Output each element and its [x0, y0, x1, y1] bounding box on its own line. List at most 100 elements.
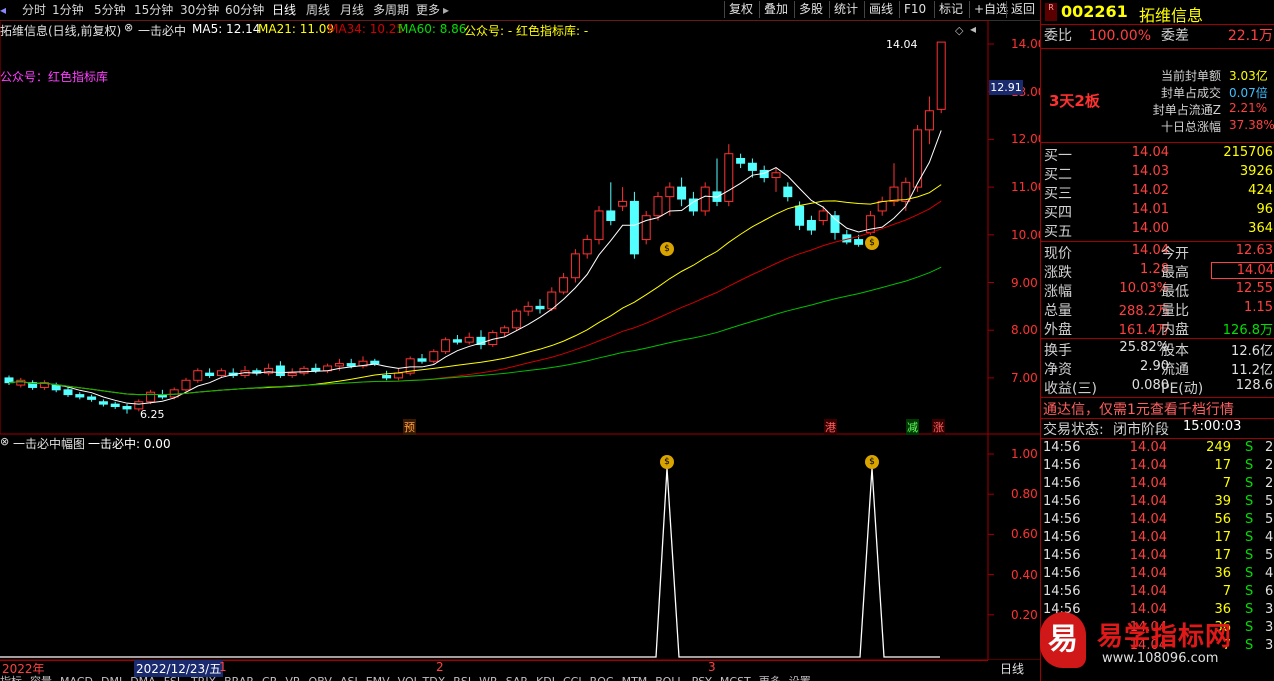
tick-count: 5	[1265, 548, 1274, 563]
candle-down	[382, 375, 392, 379]
quote-value: 161.4万	[1118, 323, 1169, 338]
status-label: 交易状态:	[1043, 422, 1104, 438]
tab-period-15min[interactable]: 15分钟	[134, 2, 173, 18]
candle-down	[275, 365, 285, 377]
indicator-tab[interactable]: MACD	[60, 675, 93, 681]
candle-down	[87, 396, 97, 400]
indicator-tab[interactable]: EMV	[366, 675, 390, 681]
indicator-tab[interactable]: MTM	[622, 675, 648, 681]
marker-yu[interactable]: 预	[403, 419, 416, 435]
indicator-tab[interactable]: BOLL	[655, 675, 683, 681]
sub-close-icon[interactable]: ⊗	[0, 435, 9, 448]
sub-title: 一击必中幅图	[13, 437, 86, 451]
tab-period-monthly[interactable]: 月线	[340, 2, 364, 18]
indicator-tab[interactable]: ASI	[340, 675, 358, 681]
candle-down	[63, 389, 73, 396]
candle-up	[665, 186, 675, 198]
indicator-tab[interactable]: 更多	[759, 675, 781, 681]
quote-label: 现价	[1044, 246, 1072, 262]
price-axis-label: 8.00	[1011, 323, 1038, 338]
indicator-tab[interactable]: WR	[479, 675, 498, 681]
candle-up	[441, 339, 451, 353]
marker-jian[interactable]: 减	[906, 419, 919, 435]
duogu-button[interactable]: 多股	[794, 1, 827, 18]
indicator-tab[interactable]: ROC	[590, 675, 614, 681]
indicator-tab[interactable]: RSI	[453, 675, 471, 681]
indicator-tab[interactable]: PSY	[692, 675, 712, 681]
indicator-tab[interactable]: SAR	[506, 675, 528, 681]
sub-axis-label: 0.20	[1011, 607, 1038, 622]
indicator-tab[interactable]: CCI	[563, 675, 582, 681]
candle-up	[889, 186, 899, 202]
candle-down	[98, 401, 108, 405]
fund-value: 12.6亿	[1231, 344, 1273, 359]
candle-up	[570, 253, 580, 279]
tick-volume: 36	[1214, 566, 1231, 581]
candle-up	[523, 305, 533, 312]
tab-period-daily[interactable]: 日线	[272, 2, 296, 18]
indicator-tab[interactable]: DMI	[101, 675, 122, 681]
tab-period-1min[interactable]: 1分钟	[52, 2, 84, 18]
indicator-tab[interactable]: 容量	[30, 675, 52, 681]
f10-button[interactable]: F10	[899, 1, 930, 18]
candle-down	[747, 162, 757, 171]
candle-up	[582, 239, 592, 255]
candle-down	[110, 403, 120, 408]
indicator-tab[interactable]: DMA	[130, 675, 156, 681]
candle-up	[193, 370, 203, 381]
tick-side: S	[1245, 584, 1254, 599]
tick-side: S	[1245, 602, 1254, 617]
marker-gang[interactable]: 港	[824, 419, 837, 435]
quote-label: 涨幅	[1044, 284, 1072, 300]
candle-up	[299, 367, 309, 374]
tick-side: S	[1245, 566, 1254, 581]
seal-stat-value: 37.38%	[1229, 118, 1274, 132]
candle-up	[818, 210, 828, 221]
seal-stat-label: 当前封单额	[1160, 69, 1221, 83]
period-toolbar: ◂ 分时 1分钟 5分钟 15分钟 30分钟 60分钟 日线 周线 月线 多周期…	[0, 0, 1040, 21]
indicator-tab[interactable]: 指标	[0, 675, 22, 681]
fuquan-button[interactable]: 复权	[724, 1, 757, 18]
quote-label: 量比	[1161, 303, 1189, 319]
indicator-tab[interactable]: MCST	[720, 675, 751, 681]
candle-up	[181, 379, 191, 391]
more-arrow-icon[interactable]: ▸	[443, 2, 449, 18]
quote-label: 最高	[1161, 265, 1189, 281]
tab-period-fenshi[interactable]: 分时	[22, 2, 46, 18]
indicator-tab[interactable]: BRAR	[224, 675, 254, 681]
candle-down	[806, 219, 816, 231]
tab-period-30min[interactable]: 30分钟	[180, 2, 219, 18]
huaxian-button[interactable]: 画线	[864, 1, 897, 18]
back-button[interactable]: 返回	[1006, 1, 1039, 18]
indicator-tab[interactable]: CR	[262, 675, 277, 681]
tab-period-multi[interactable]: 多周期	[373, 2, 409, 18]
indicator-tab[interactable]: VOL-TDX	[398, 675, 446, 681]
candle-up	[653, 196, 663, 217]
tick-volume: 7	[1222, 584, 1231, 599]
candle-up	[700, 186, 710, 212]
kline-chart	[0, 20, 1040, 660]
tick-volume: 56	[1214, 512, 1231, 527]
money-bag-icon: $	[865, 455, 879, 469]
marker-zhang[interactable]: 涨	[932, 419, 945, 435]
toolbar-arrow-icon[interactable]: ◂	[0, 2, 6, 18]
indicator-tab[interactable]: 设置	[789, 675, 811, 681]
candle-down	[783, 186, 793, 198]
indicator-tab[interactable]: FSL	[164, 675, 183, 681]
tab-period-more[interactable]: 更多	[416, 2, 440, 18]
biaoji-button[interactable]: 标记	[934, 1, 967, 18]
indicator-tab[interactable]: VR	[285, 675, 300, 681]
quote-label: 内盘	[1161, 322, 1189, 338]
tab-period-5min[interactable]: 5分钟	[94, 2, 126, 18]
ad-banner[interactable]: 通达信，仅需1元查看千档行情	[1043, 399, 1234, 419]
candle-down	[370, 360, 380, 365]
indicator-tab[interactable]: OBV	[309, 675, 332, 681]
indicator-tab[interactable]: KDJ	[536, 675, 555, 681]
diejia-button[interactable]: 叠加	[759, 1, 792, 18]
weibi-row: 委比 100.00% 委差 22.1万	[1044, 28, 1273, 44]
tab-period-60min[interactable]: 60分钟	[225, 2, 264, 18]
tab-period-weekly[interactable]: 周线	[306, 2, 330, 18]
tick-time: 14:56	[1043, 584, 1081, 599]
tongji-button[interactable]: 统计	[829, 1, 862, 18]
indicator-tab[interactable]: TRIX	[191, 675, 216, 681]
